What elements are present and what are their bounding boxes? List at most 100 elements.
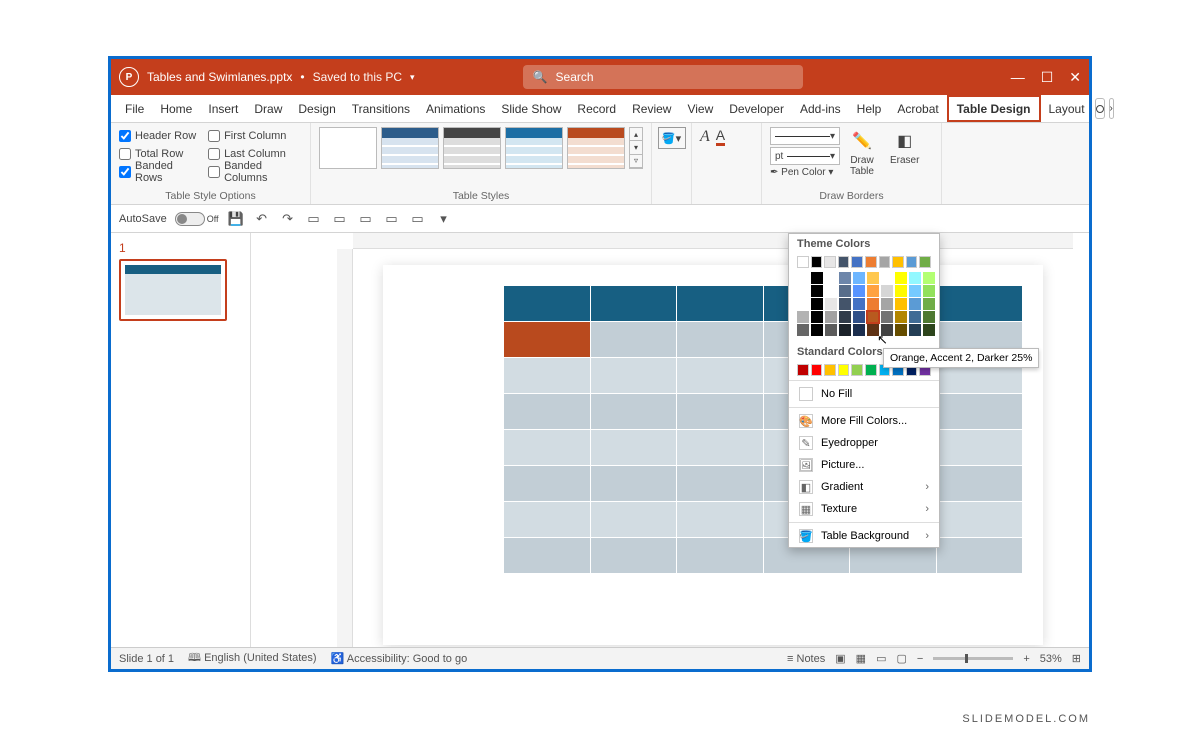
color-swatch[interactable] xyxy=(853,272,865,284)
color-swatch[interactable] xyxy=(909,324,921,336)
color-swatch[interactable] xyxy=(895,272,907,284)
eyedropper-item[interactable]: ✎Eyedropper xyxy=(789,432,939,454)
color-swatch[interactable] xyxy=(865,256,877,268)
color-swatch[interactable] xyxy=(909,272,921,284)
maximize-button[interactable]: ☐ xyxy=(1041,69,1054,86)
check-banded-rows[interactable]: Banded Rows xyxy=(119,163,198,181)
color-swatch[interactable] xyxy=(797,364,809,376)
color-swatch[interactable] xyxy=(867,298,879,310)
qat-button[interactable]: ▭ xyxy=(357,210,375,228)
slide-thumbnail-1[interactable] xyxy=(119,259,227,321)
tab-developer[interactable]: Developer xyxy=(721,95,792,122)
canvas-area[interactable]: Theme Colors Standard Colors No Fill 🎨Mo… xyxy=(251,233,1089,647)
color-swatch[interactable] xyxy=(851,364,863,376)
check-banded-columns[interactable]: Banded Columns xyxy=(208,163,302,181)
color-swatch[interactable] xyxy=(881,272,893,284)
camera-button[interactable] xyxy=(1095,98,1105,119)
zoom-out-icon[interactable]: − xyxy=(917,653,923,665)
color-swatch[interactable] xyxy=(839,272,851,284)
color-swatch[interactable] xyxy=(853,298,865,310)
texture-item[interactable]: ▦Texture› xyxy=(789,498,939,520)
color-swatch[interactable] xyxy=(838,364,850,376)
tab-view[interactable]: View xyxy=(679,95,721,122)
table-style-3[interactable] xyxy=(443,127,501,169)
search-input[interactable]: 🔍 Search xyxy=(523,65,803,89)
color-swatch[interactable] xyxy=(881,298,893,310)
color-swatch[interactable] xyxy=(825,298,837,310)
color-swatch[interactable] xyxy=(881,285,893,297)
slides-panel[interactable]: 1 xyxy=(111,233,251,647)
color-swatch[interactable] xyxy=(838,256,850,268)
more-fill-colors-item[interactable]: 🎨More Fill Colors... xyxy=(789,410,939,432)
no-fill-item[interactable]: No Fill xyxy=(789,383,939,405)
color-swatch[interactable] xyxy=(909,311,921,323)
color-swatch[interactable] xyxy=(811,324,823,336)
check-header-row[interactable]: Header Row xyxy=(119,127,198,145)
color-swatch[interactable] xyxy=(895,285,907,297)
tab-animations[interactable]: Animations xyxy=(418,95,493,122)
text-fill-icon[interactable]: A xyxy=(716,127,725,146)
qat-button[interactable]: ▭ xyxy=(331,210,349,228)
color-swatch[interactable] xyxy=(853,285,865,297)
check-first-column[interactable]: First Column xyxy=(208,127,302,145)
color-swatch[interactable] xyxy=(839,324,851,336)
color-swatch[interactable] xyxy=(797,272,809,284)
qat-button[interactable]: ▭ xyxy=(383,210,401,228)
pen-style-select[interactable]: ▾ xyxy=(770,127,840,145)
color-swatch[interactable] xyxy=(892,256,904,268)
color-swatch[interactable] xyxy=(895,311,907,323)
save-icon[interactable]: 💾 xyxy=(227,210,245,228)
color-swatch[interactable] xyxy=(797,298,809,310)
pen-color-button[interactable]: ✒ Pen Color ▾ xyxy=(770,167,840,178)
color-swatch[interactable] xyxy=(824,256,836,268)
accessibility-status[interactable]: ♿ Accessibility: Good to go xyxy=(331,652,468,665)
color-swatch[interactable] xyxy=(851,256,863,268)
redo-icon[interactable]: ↷ xyxy=(279,210,297,228)
color-swatch[interactable] xyxy=(923,311,935,323)
tab-table-design[interactable]: Table Design xyxy=(947,95,1041,122)
pen-weight-select[interactable]: pt▾ xyxy=(770,147,840,165)
tab-help[interactable]: Help xyxy=(849,95,890,122)
slide-counter[interactable]: Slide 1 of 1 xyxy=(119,653,174,665)
color-swatch[interactable] xyxy=(865,364,877,376)
tab-insert[interactable]: Insert xyxy=(200,95,246,122)
color-swatch[interactable] xyxy=(923,285,935,297)
color-swatch[interactable] xyxy=(867,311,879,323)
color-swatch[interactable] xyxy=(923,272,935,284)
color-swatch[interactable] xyxy=(797,285,809,297)
color-swatch[interactable] xyxy=(853,324,865,336)
picture-item[interactable]: 🖼Picture... xyxy=(789,454,939,476)
color-swatch[interactable] xyxy=(839,298,851,310)
color-swatch[interactable] xyxy=(919,256,931,268)
tab-file[interactable]: File xyxy=(117,95,152,122)
color-swatch[interactable] xyxy=(839,311,851,323)
color-swatch[interactable] xyxy=(797,324,809,336)
color-swatch[interactable] xyxy=(825,324,837,336)
table-style-1[interactable] xyxy=(319,127,377,169)
tab-slide-show[interactable]: Slide Show xyxy=(493,95,569,122)
color-swatch[interactable] xyxy=(906,256,918,268)
tab-design[interactable]: Design xyxy=(290,95,343,122)
color-swatch[interactable] xyxy=(867,272,879,284)
color-swatch[interactable] xyxy=(923,298,935,310)
tab-layout[interactable]: Layout xyxy=(1041,95,1093,122)
notes-button[interactable]: ≡ Notes xyxy=(787,653,825,665)
tab-transitions[interactable]: Transitions xyxy=(344,95,418,122)
table-object[interactable] xyxy=(503,285,1023,574)
tab-home[interactable]: Home xyxy=(152,95,200,122)
color-swatch[interactable] xyxy=(797,256,809,268)
tab-review[interactable]: Review xyxy=(624,95,679,122)
eraser-button[interactable]: ◧Eraser xyxy=(884,127,925,168)
zoom-in-icon[interactable]: + xyxy=(1023,653,1029,665)
color-swatch[interactable] xyxy=(811,364,823,376)
qat-button[interactable]: ▭ xyxy=(409,210,427,228)
color-swatch[interactable] xyxy=(895,324,907,336)
chevron-down-icon[interactable]: ▾ xyxy=(410,72,415,83)
sorter-view-icon[interactable]: ▦ xyxy=(856,652,866,665)
color-swatch[interactable] xyxy=(867,285,879,297)
saved-state[interactable]: Saved to this PC xyxy=(313,70,402,84)
color-swatch[interactable] xyxy=(811,256,823,268)
color-swatch[interactable] xyxy=(879,256,891,268)
color-swatch[interactable] xyxy=(909,298,921,310)
autosave-toggle[interactable] xyxy=(175,212,205,226)
